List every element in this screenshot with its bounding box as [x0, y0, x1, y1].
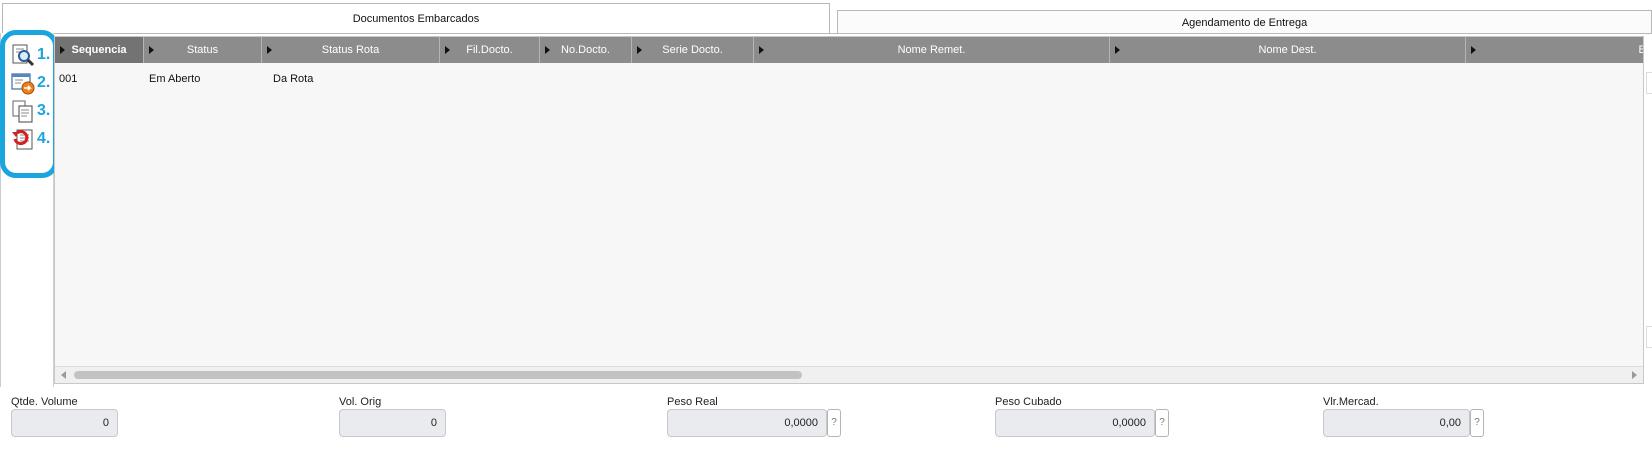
panel-edge-marker — [1646, 326, 1652, 348]
peso-real-help-button[interactable]: ? — [827, 409, 841, 437]
tab-documentos-embarcados[interactable]: Documentos Embarcados — [2, 3, 830, 33]
side-toolbar: 1. 2. 3. 4. — [0, 33, 54, 387]
scroll-right-icon[interactable] — [1632, 371, 1637, 379]
tool-number-3: 3. — [37, 102, 51, 119]
sort-arrow-icon — [149, 46, 154, 54]
copy-documents-icon[interactable] — [11, 99, 35, 123]
peso-cubado-field[interactable]: 0,0000 — [995, 409, 1155, 437]
column-header-status[interactable]: Status — [144, 37, 262, 63]
document-magnifier-icon[interactable] — [11, 43, 35, 67]
column-header-ba[interactable]: Ba — [1466, 37, 1643, 63]
sort-arrow-icon — [1115, 46, 1120, 54]
sort-arrow-icon — [545, 46, 550, 54]
sort-arrow-icon — [445, 46, 450, 54]
vol-orig-label: Vol. Orig — [339, 396, 382, 408]
sort-arrow-icon — [1471, 46, 1476, 54]
vlr-mercad-label: Vlr.Mercad. — [1323, 396, 1379, 408]
cell-status: Em Aberto — [149, 73, 201, 85]
document-undo-icon[interactable] — [11, 127, 35, 151]
sort-arrow-icon — [637, 46, 642, 54]
peso-real-label: Peso Real — [667, 396, 718, 408]
cell-status-rota: Da Rota — [273, 73, 314, 85]
cell-sequencia: 001 — [59, 73, 78, 85]
sort-arrow-icon — [267, 46, 272, 54]
peso-cubado-help-button[interactable]: ? — [1155, 409, 1169, 437]
peso-cubado-label: Peso Cubado — [995, 396, 1062, 408]
tab-agendamento-entrega[interactable]: Agendamento de Entrega — [837, 10, 1652, 34]
column-header-sequencia[interactable]: Sequencia — [55, 37, 144, 63]
document-export-icon[interactable] — [11, 71, 35, 95]
tool-number-1: 1. — [37, 46, 51, 63]
tool-number-2: 2. — [37, 74, 51, 91]
column-header-status-rota[interactable]: Status Rota — [262, 37, 440, 63]
documents-grid: Sequencia Status Status Rota Fil.Docto. … — [54, 36, 1644, 384]
qtde-volume-field[interactable]: 0 — [11, 409, 118, 437]
column-header-serie-docto[interactable]: Serie Docto. — [632, 37, 754, 63]
vol-orig-field[interactable]: 0 — [339, 409, 446, 437]
column-header-nome-remet[interactable]: Nome Remet. — [754, 37, 1110, 63]
sort-arrow-icon — [60, 46, 65, 54]
tool-number-4: 4. — [37, 130, 51, 147]
scroll-left-icon[interactable] — [61, 371, 66, 379]
qtde-volume-label: Qtde. Volume — [11, 396, 78, 408]
panel-edge-marker — [1646, 72, 1652, 94]
column-header-nome-dest[interactable]: Nome Dest. — [1110, 37, 1466, 63]
column-header-fil-docto[interactable]: Fil.Docto. — [440, 37, 540, 63]
column-header-no-docto[interactable]: No.Docto. — [540, 37, 632, 63]
scrollbar-thumb[interactable] — [74, 371, 802, 379]
vlr-mercad-field[interactable]: 0,00 — [1323, 409, 1470, 437]
vlr-mercad-help-button[interactable]: ? — [1470, 409, 1484, 437]
sort-arrow-icon — [759, 46, 764, 54]
grid-header: Sequencia Status Status Rota Fil.Docto. … — [55, 37, 1643, 63]
horizontal-scrollbar[interactable] — [55, 366, 1643, 383]
peso-real-field[interactable]: 0,0000 — [667, 409, 827, 437]
